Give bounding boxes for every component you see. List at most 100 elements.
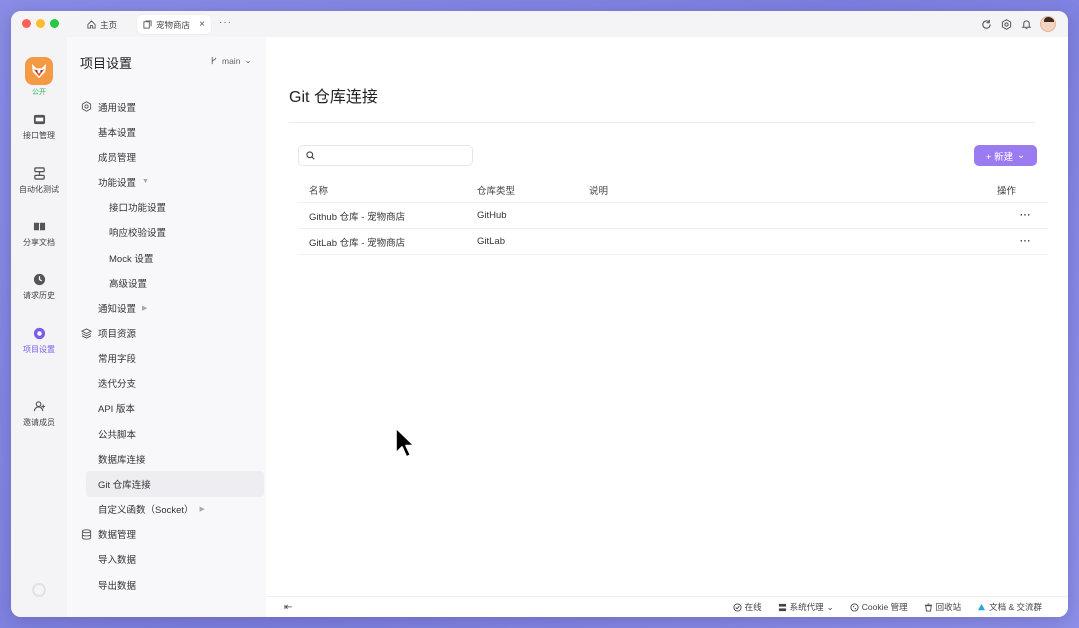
caret-right-icon: ▶ [199, 506, 205, 514]
close-icon[interactable]: × [199, 19, 205, 30]
caret-right-icon: ▶ [142, 304, 148, 312]
tab-home[interactable]: 主页 [81, 15, 123, 34]
table-header: 名称 仓库类型 说明 操作 [298, 177, 1048, 203]
nav-item-members[interactable]: 成员管理 [67, 144, 266, 169]
nav-item-api-version[interactable]: API 版本 [67, 396, 266, 421]
nav-group-resources: 项目资源 [67, 321, 266, 346]
nav-item-export[interactable]: 导出数据 [67, 572, 266, 597]
app-window: 主页 宠物商店 × ··· 公开 接口管理 自动化测试 分享文档 请求历史 项目… [11, 11, 1068, 617]
rail-item-history[interactable]: 请求历史 [11, 273, 67, 301]
close-window-button[interactable] [22, 19, 31, 28]
rail-item-api[interactable]: 接口管理 [11, 113, 67, 141]
maximize-window-button[interactable] [50, 19, 59, 28]
new-button-label: + 新建 [985, 151, 1014, 163]
status-online[interactable]: 在线 [733, 601, 762, 613]
connections-table: 名称 仓库类型 说明 操作 Github 仓库 - 宠物商店 GitHub ··… [298, 177, 1048, 255]
visibility-badge: 公开 [32, 89, 46, 96]
search-box[interactable] [298, 145, 473, 166]
nav-item-public-scripts[interactable]: 公共脚本 [67, 421, 266, 446]
rail-item-label: 请求历史 [23, 291, 55, 300]
settings-panel: 项目设置 main ⌄ 通用设置 基本设置 成员管理 功能设置 ▼ 接口功能设置… [67, 37, 266, 617]
rail-item-label: 自动化测试 [19, 185, 59, 194]
status-trash[interactable]: 回收站 [924, 601, 961, 613]
search-input[interactable] [320, 150, 470, 161]
nav-item-custom-functions[interactable]: 自定义函数（Socket） ▶ [67, 497, 266, 522]
collapse-sidebar-icon[interactable]: ⇤ [284, 602, 292, 613]
more-actions-button[interactable]: ··· [1020, 210, 1031, 221]
book-icon [33, 222, 45, 232]
cell-type: GitLab [477, 236, 505, 247]
settings-icon[interactable] [1000, 18, 1012, 30]
page-title: Git 仓库连接 [289, 89, 378, 106]
project-logo[interactable] [25, 57, 53, 85]
column-header-description: 说明 [589, 185, 609, 197]
nav-item-db-connection[interactable]: 数据库连接 [67, 446, 266, 471]
minimize-window-button[interactable] [36, 19, 45, 28]
nav-item-features[interactable]: 功能设置 ▼ [67, 169, 266, 194]
branch-icon [211, 56, 217, 65]
nav-item-iteration-branch[interactable]: 迭代分支 [67, 371, 266, 396]
status-online-label: 在线 [744, 602, 762, 612]
branch-label: main [222, 55, 241, 66]
sync-icon[interactable] [980, 18, 992, 30]
panel-title: 项目设置 [80, 56, 133, 71]
column-header-type: 仓库类型 [477, 185, 516, 197]
rail-item-label: 项目设置 [23, 345, 55, 354]
chevron-down-icon: ⌄ [244, 55, 252, 65]
cell-name: GitLab 仓库 - 宠物商店 [309, 237, 406, 249]
icon-rail: 公开 接口管理 自动化测试 分享文档 请求历史 项目设置 邀请成员 [11, 37, 67, 617]
tab-home-label: 主页 [100, 19, 118, 30]
cell-name: Github 仓库 - 宠物商店 [309, 211, 406, 223]
gear-icon [81, 101, 92, 112]
nav-item-notifications[interactable]: 通知设置 ▶ [67, 295, 266, 320]
bell-icon[interactable] [1020, 18, 1032, 30]
table-row[interactable]: GitLab 仓库 - 宠物商店 GitLab ··· [298, 229, 1048, 255]
tab-pet-store[interactable]: 宠物商店 × [137, 15, 211, 34]
trash-icon [924, 602, 932, 612]
nav-item-advanced[interactable]: 高级设置 [67, 270, 266, 295]
status-docs-label: 文档 & 交流群 [989, 602, 1042, 612]
mouse-cursor-icon [395, 427, 415, 458]
caret-down-icon: ▼ [142, 178, 149, 186]
history-icon [33, 273, 45, 286]
new-connection-button[interactable]: + 新建 ⌄ [974, 145, 1037, 166]
rail-item-label: 邀请成员 [23, 418, 55, 427]
column-header-actions: 操作 [997, 185, 1017, 197]
branch-selector[interactable]: main ⌄ [210, 55, 252, 66]
nav-item-mock[interactable]: Mock 设置 [67, 245, 266, 270]
add-user-icon [33, 401, 45, 412]
nav-item-import[interactable]: 导入数据 [67, 547, 266, 572]
more-actions-button[interactable]: ··· [1020, 236, 1031, 247]
more-tabs-button[interactable]: ··· [219, 17, 232, 28]
rail-item-project-settings[interactable]: 项目设置 [11, 327, 67, 355]
rail-item-automation[interactable]: 自动化测试 [11, 167, 67, 195]
nav-group-general: 通用设置 [67, 94, 266, 119]
tab-pet-store-label: 宠物商店 [156, 19, 191, 30]
status-bar: ⇤ 在线 系统代理 ⌄ Cookie 管理 回收站 文档 & 交流群 [266, 596, 1068, 617]
nav-group-data: 数据管理 [67, 522, 266, 547]
nav-item-common-fields[interactable]: 常用字段 [67, 346, 266, 371]
search-icon [306, 151, 315, 160]
status-proxy-label: 系统代理 [789, 602, 824, 612]
rail-item-invite[interactable]: 邀请成员 [11, 400, 67, 428]
nav-item-basic[interactable]: 基本设置 [67, 119, 266, 144]
divider [289, 122, 1035, 123]
status-cookie[interactable]: Cookie 管理 [850, 601, 908, 613]
nav-item-api-features[interactable]: 接口功能设置 [67, 195, 266, 220]
table-row[interactable]: Github 仓库 - 宠物商店 GitHub ··· [298, 203, 1048, 229]
nav-group-label: 项目资源 [98, 329, 137, 340]
fox-logo-icon [31, 63, 47, 79]
cookie-icon [850, 602, 859, 612]
nav-item-git-connection[interactable]: Git 仓库连接 [86, 471, 264, 497]
api-icon [33, 114, 45, 125]
chevron-down-icon: ⌄ [826, 601, 834, 612]
status-proxy[interactable]: 系统代理 ⌄ [778, 601, 834, 613]
automation-icon [33, 167, 45, 180]
project-icon [143, 20, 152, 29]
status-docs[interactable]: 文档 & 交流群 [977, 601, 1042, 613]
rail-item-share-docs[interactable]: 分享文档 [11, 220, 67, 248]
column-header-name: 名称 [309, 185, 329, 197]
nav-item-label: 功能设置 [98, 177, 137, 189]
nav-item-response-validation[interactable]: 响应校验设置 [67, 220, 266, 245]
avatar[interactable] [1040, 16, 1056, 32]
